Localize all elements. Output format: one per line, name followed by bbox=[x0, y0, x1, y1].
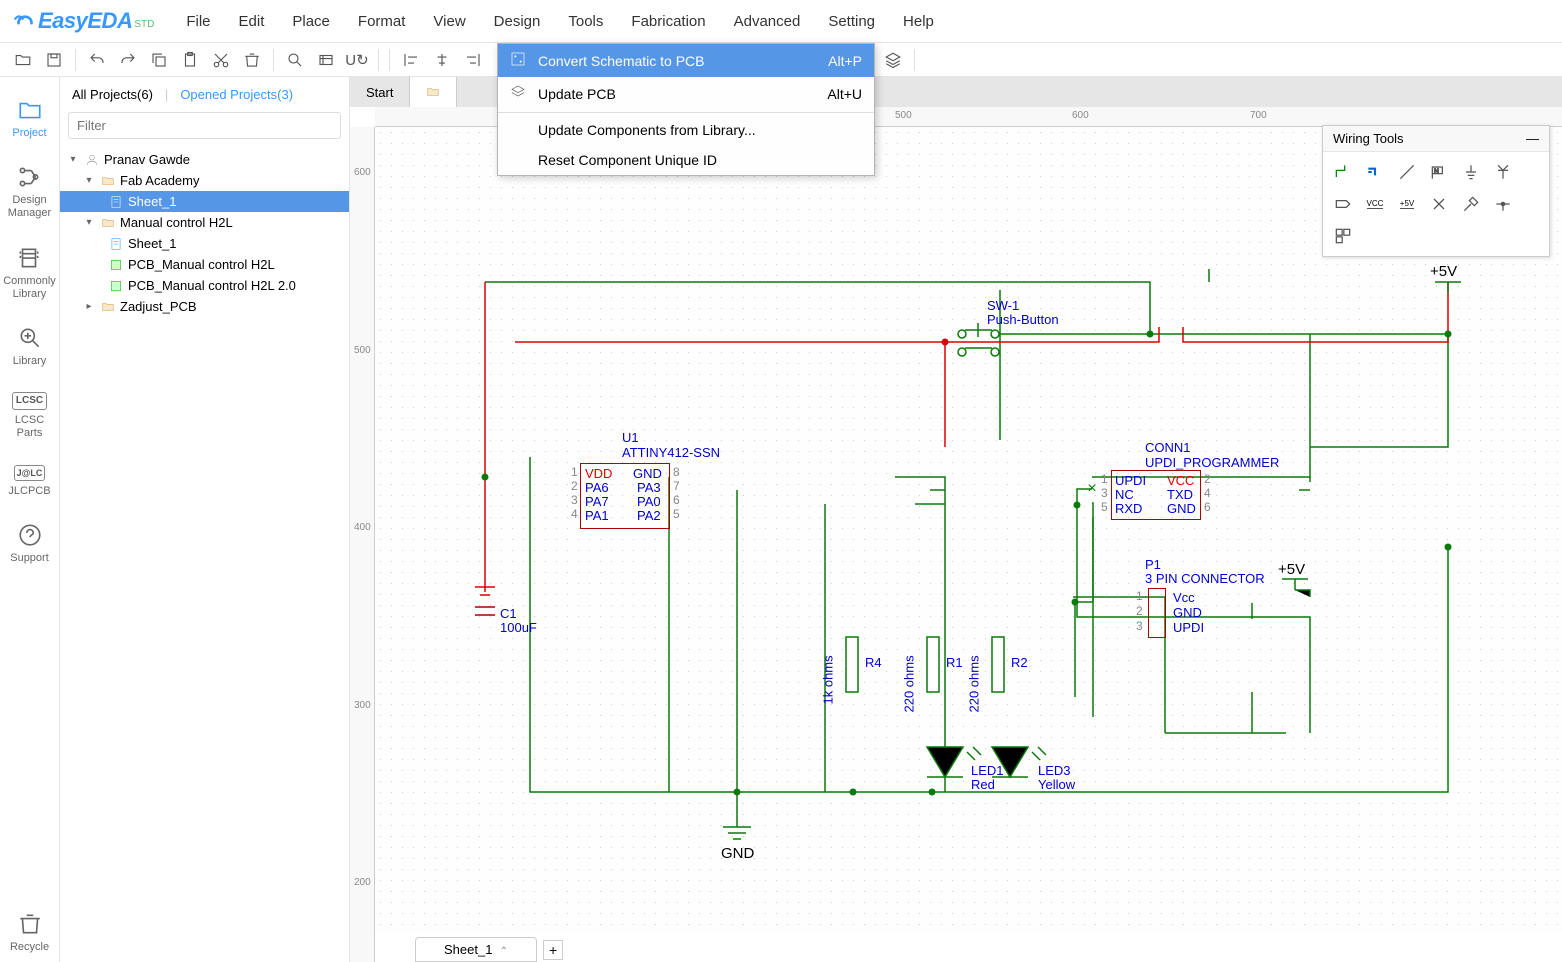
update-icon[interactable]: U↻ bbox=[346, 49, 368, 71]
save-icon[interactable] bbox=[43, 49, 65, 71]
layers-icon[interactable] bbox=[882, 49, 904, 71]
redo-icon[interactable] bbox=[117, 49, 139, 71]
menu-setting[interactable]: Setting bbox=[814, 7, 889, 36]
align-left-icon[interactable] bbox=[400, 49, 422, 71]
dd-label: Convert Schematic to PCB bbox=[538, 53, 705, 69]
power-icon[interactable] bbox=[1489, 158, 1517, 186]
vcc-icon[interactable]: VCC bbox=[1361, 190, 1389, 218]
copy-icon[interactable] bbox=[148, 49, 170, 71]
menu-design[interactable]: Design bbox=[480, 7, 555, 36]
noconnect-icon[interactable] bbox=[1425, 190, 1453, 218]
left-sidebar: Project Design Manager Commonly Library … bbox=[0, 77, 60, 962]
netport-icon[interactable] bbox=[1329, 190, 1357, 218]
undo-icon[interactable] bbox=[86, 49, 108, 71]
minimize-icon[interactable]: — bbox=[1526, 131, 1539, 146]
menu-format[interactable]: Format bbox=[344, 7, 420, 36]
app-logo: EasyEDA STD bbox=[12, 8, 154, 34]
tree-project-h2l[interactable]: ▾Manual control H2L bbox=[60, 212, 349, 233]
dd-reset-id[interactable]: Reset Component Unique ID bbox=[498, 145, 874, 175]
dd-shortcut: Alt+U bbox=[827, 86, 862, 102]
dd-shortcut: Alt+P bbox=[828, 53, 862, 69]
delete-icon[interactable] bbox=[241, 49, 263, 71]
dd-label: Reset Component Unique ID bbox=[538, 152, 717, 168]
probe-icon[interactable] bbox=[1457, 190, 1485, 218]
design-dropdown: Convert Schematic to PCB Alt+P Update PC… bbox=[497, 43, 875, 176]
project-tree: ▾Pranav Gawde ▾Fab Academy Sheet_1 ▾Manu… bbox=[60, 145, 349, 321]
tab-start[interactable]: Start bbox=[350, 77, 410, 107]
group-icon[interactable] bbox=[1329, 222, 1357, 250]
side-project[interactable]: Project bbox=[10, 89, 48, 148]
dd-update-pcb[interactable]: Update PCB Alt+U bbox=[498, 77, 874, 110]
svg-text:N: N bbox=[1434, 168, 1439, 175]
wiring-title: Wiring Tools bbox=[1333, 131, 1404, 146]
component-p1[interactable] bbox=[1148, 588, 1166, 638]
side-library[interactable]: Library bbox=[11, 317, 49, 376]
menubar: EasyEDA STD File Edit Place Format View … bbox=[0, 0, 1562, 43]
tree-sheet1-h2l[interactable]: Sheet_1 bbox=[60, 233, 349, 254]
plus5v-icon[interactable]: +5V bbox=[1393, 190, 1421, 218]
app-name: EasyEDA bbox=[38, 8, 132, 34]
cut-icon[interactable] bbox=[210, 49, 232, 71]
menu-edit[interactable]: Edit bbox=[225, 7, 279, 36]
side-support[interactable]: Support bbox=[8, 514, 51, 573]
gnd-icon[interactable] bbox=[1457, 158, 1485, 186]
side-design-manager[interactable]: Design Manager bbox=[6, 156, 53, 228]
menu-place[interactable]: Place bbox=[278, 7, 344, 36]
align-right-icon[interactable] bbox=[462, 49, 484, 71]
filter-input[interactable] bbox=[68, 112, 341, 139]
zoom-icon[interactable] bbox=[284, 49, 306, 71]
paste-icon[interactable] bbox=[179, 49, 201, 71]
junction-icon[interactable] bbox=[1489, 190, 1517, 218]
side-common-library[interactable]: Commonly Library bbox=[1, 237, 58, 309]
sheet-add-button[interactable]: + bbox=[543, 940, 563, 960]
wiring-tools-panel: Wiring Tools — N VCC +5V bbox=[1322, 125, 1550, 257]
side-recycle[interactable]: Recycle bbox=[8, 903, 51, 962]
netlabel-icon[interactable]: N bbox=[1425, 158, 1453, 186]
project-panel: All Projects(6) | Opened Projects(3) ▾Pr… bbox=[60, 77, 350, 962]
tree-sheet1-fab[interactable]: Sheet_1 bbox=[60, 191, 349, 212]
side-lcsc[interactable]: LCSCLCSC Parts bbox=[10, 384, 49, 448]
tree-project-fab[interactable]: ▾Fab Academy bbox=[60, 170, 349, 191]
tree-owner[interactable]: ▾Pranav Gawde bbox=[60, 149, 349, 170]
menu-fabrication[interactable]: Fabrication bbox=[617, 7, 719, 36]
sheet-tab-1[interactable]: Sheet_1 ⌃ bbox=[415, 937, 537, 962]
menu-tools[interactable]: Tools bbox=[554, 7, 617, 36]
line-icon[interactable] bbox=[1393, 158, 1421, 186]
dd-update-components[interactable]: Update Components from Library... bbox=[498, 115, 874, 145]
menu-help[interactable]: Help bbox=[889, 7, 948, 36]
menu-advanced[interactable]: Advanced bbox=[720, 7, 815, 36]
open-icon[interactable] bbox=[12, 49, 34, 71]
tab-schematic[interactable] bbox=[410, 77, 457, 107]
menu-file[interactable]: File bbox=[172, 7, 224, 36]
tree-project-zadjust[interactable]: ▸Zadjust_PCB bbox=[60, 296, 349, 317]
dd-label: Update PCB bbox=[538, 86, 616, 102]
dd-label: Update Components from Library... bbox=[538, 122, 756, 138]
dd-convert-schematic[interactable]: Convert Schematic to PCB Alt+P bbox=[498, 44, 874, 77]
dd-separator bbox=[498, 112, 874, 113]
tree-pcb-h2l2[interactable]: PCB_Manual control H2L 2.0 bbox=[60, 275, 349, 296]
tab-opened-projects[interactable]: Opened Projects(3) bbox=[178, 83, 295, 106]
cross-ref-icon[interactable] bbox=[315, 49, 337, 71]
ruler-vertical: 600 500 400 300 200 bbox=[350, 127, 375, 962]
bus-icon[interactable] bbox=[1361, 158, 1389, 186]
tree-pcb-h2l[interactable]: PCB_Manual control H2L bbox=[60, 254, 349, 275]
wire-icon[interactable] bbox=[1329, 158, 1357, 186]
side-jlcpcb[interactable]: J@LCJLCPCB bbox=[6, 457, 52, 507]
menu-view[interactable]: View bbox=[419, 7, 479, 36]
tab-all-projects[interactable]: All Projects(6) bbox=[70, 83, 155, 106]
app-edition: STD bbox=[134, 19, 154, 30]
align-hcenter-icon[interactable] bbox=[431, 49, 453, 71]
